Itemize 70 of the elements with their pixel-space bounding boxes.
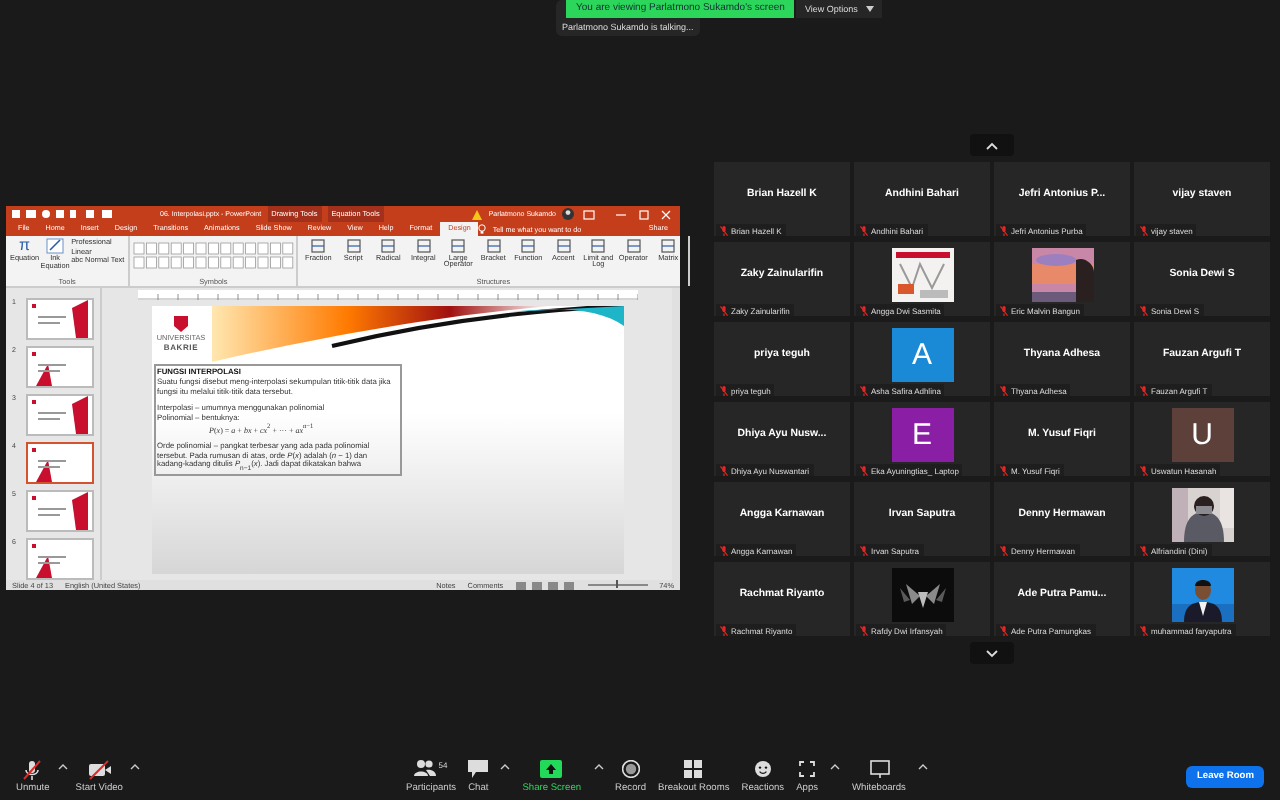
- avatar-icon: [562, 208, 574, 220]
- muted-microphone-icon: [860, 545, 868, 555]
- math-structure-icon: [520, 238, 537, 254]
- muted-microphone-icon: [1140, 545, 1148, 555]
- math-structure-icon: [625, 238, 642, 254]
- muted-microphone-icon: [720, 385, 728, 395]
- caret-icon[interactable]: [500, 764, 511, 770]
- muted-microphone-icon: [1000, 385, 1008, 395]
- math-structure-icon: [380, 238, 397, 254]
- slide-thumbnail[interactable]: [26, 538, 94, 580]
- caret-icon[interactable]: [830, 764, 841, 770]
- muted-microphone-icon: [860, 385, 868, 395]
- muted-microphone-icon: [720, 465, 728, 475]
- caret-icon[interactable]: [593, 764, 604, 770]
- math-structure-icon: [660, 238, 677, 254]
- apps-icon: [798, 760, 817, 778]
- muted-microphone-icon: [1000, 225, 1008, 235]
- avatar-tile: A: [891, 328, 953, 382]
- muted-microphone-icon: [1000, 465, 1008, 475]
- muted-microphone-icon: [1140, 625, 1148, 635]
- video-off-icon: [87, 760, 112, 780]
- muted-microphone-icon: [1140, 385, 1148, 395]
- page-down-button[interactable]: [970, 642, 1014, 664]
- shield-icon: [174, 316, 188, 332]
- caret-icon[interactable]: [57, 764, 68, 770]
- text-box-frame[interactable]: [153, 364, 401, 477]
- avatar-tile: E: [891, 408, 953, 462]
- caret-icon[interactable]: [917, 764, 928, 770]
- muted-microphone-icon: [860, 225, 868, 235]
- math-structure-icon: [415, 238, 432, 254]
- share-screen-icon: [540, 760, 563, 778]
- record-icon: [621, 760, 640, 778]
- math-structure-icon: [310, 238, 327, 254]
- muted-microphone-icon: [720, 625, 728, 635]
- math-structure-icon: [590, 238, 607, 254]
- caret-icon[interactable]: [130, 764, 141, 770]
- muted-microphone-icon: [1140, 225, 1148, 235]
- page-up-button[interactable]: [970, 134, 1014, 156]
- muted-microphone-icon: [22, 760, 43, 780]
- emoji-icon: [753, 760, 772, 778]
- view-buttons-icon[interactable]: [515, 581, 576, 589]
- muted-microphone-icon: [720, 225, 728, 235]
- math-structure-icon: [555, 238, 572, 254]
- math-structure-icon: [345, 238, 362, 254]
- muted-microphone-icon: [1140, 465, 1148, 475]
- avatar-tile: U: [1171, 408, 1233, 462]
- slide-thumbnail[interactable]: [26, 490, 94, 532]
- muted-microphone-icon: [720, 305, 728, 315]
- slide-thumbnail[interactable]: [26, 298, 94, 340]
- muted-microphone-icon: [720, 545, 728, 555]
- math-structure-icon: [450, 238, 467, 254]
- grid-icon: [684, 760, 703, 778]
- muted-microphone-icon: [860, 625, 868, 635]
- window-controls-icon[interactable]: [580, 209, 676, 219]
- slide-thumbnail[interactable]: [26, 346, 94, 388]
- chat-bubble-icon: [468, 760, 489, 778]
- caret-icon: [865, 6, 874, 12]
- math-structure-icon: [485, 238, 502, 254]
- slide-thumbnail[interactable]: [26, 394, 94, 436]
- people-icon: [414, 760, 437, 776]
- chevron-down-icon: [986, 649, 998, 657]
- slide-thumbnail[interactable]: [26, 442, 94, 484]
- muted-microphone-icon: [860, 465, 868, 475]
- muted-microphone-icon: [1000, 625, 1008, 635]
- muted-microphone-icon: [1000, 545, 1008, 555]
- whiteboard-icon: [869, 760, 889, 778]
- chevron-up-icon: [986, 141, 998, 149]
- muted-microphone-icon: [1000, 305, 1008, 315]
- muted-microphone-icon: [1140, 305, 1148, 315]
- muted-microphone-icon: [860, 305, 868, 315]
